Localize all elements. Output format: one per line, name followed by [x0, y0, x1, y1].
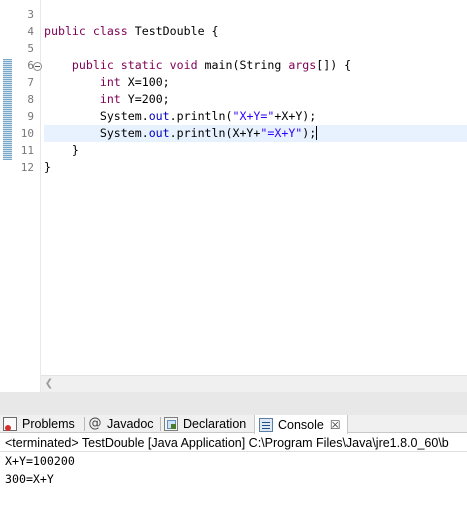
line-number: 4	[27, 25, 34, 38]
code-token: }	[44, 160, 51, 174]
tab-divider	[84, 417, 85, 431]
code-token: System.	[44, 109, 149, 123]
code-line[interactable]: System.out.println(X+Y+"=X+Y");	[44, 125, 467, 142]
line-number: 9	[27, 110, 34, 123]
line-number: 8	[27, 93, 34, 106]
code-token: );	[302, 126, 317, 140]
code-token: out	[148, 109, 170, 123]
code-token: +X+Y);	[274, 109, 317, 123]
bottom-panel: Problems @ Javadoc Declaration Console ☒…	[0, 392, 467, 515]
text-caret	[316, 126, 318, 140]
console-icon	[259, 417, 273, 432]
code-token: X=100;	[120, 75, 170, 89]
code-token: public class	[44, 24, 128, 38]
horizontal-scrollbar[interactable]: ❮	[41, 375, 467, 392]
line-number: 11	[20, 144, 34, 157]
code-line[interactable]: int Y=200;	[44, 91, 467, 108]
code-token: args	[288, 58, 317, 72]
line-number: 3	[27, 8, 34, 21]
tab-declaration[interactable]: Declaration	[164, 415, 246, 433]
view-tab-bar: Problems @ Javadoc Declaration Console ☒	[0, 415, 467, 434]
close-icon[interactable]: ☒	[330, 418, 341, 432]
code-line[interactable]: public class TestDouble {	[44, 23, 467, 40]
code-token: .println(	[169, 109, 233, 123]
code-token: "X+Y="	[232, 109, 275, 123]
code-line[interactable]	[44, 6, 467, 23]
line-number: 7	[27, 76, 34, 89]
quick-diff-bar	[3, 59, 12, 160]
panel-separator	[0, 392, 467, 415]
code-line[interactable]: }	[44, 159, 467, 176]
code-token: out	[148, 126, 170, 140]
code-token: Y=200;	[120, 92, 170, 106]
scroll-left-icon[interactable]: ❮	[43, 378, 55, 390]
line-number: 6	[27, 59, 34, 72]
code-token: System.	[44, 126, 149, 140]
tab-label: Declaration	[183, 417, 247, 431]
problems-icon	[3, 417, 17, 431]
console-output-line: 300=X+Y	[5, 472, 54, 486]
code-token: .println(X+Y+	[169, 126, 261, 140]
javadoc-icon: @	[88, 416, 102, 431]
tab-label: Javadoc	[107, 417, 154, 431]
code-token: main(String	[197, 58, 289, 72]
tab-problems[interactable]: Problems	[3, 415, 75, 433]
code-editor[interactable]: 3 4 5 6 7 8 9 10 11 12 public class TestDouble { …	[0, 0, 467, 392]
line-number: 5	[27, 42, 34, 55]
code-area[interactable]: public class TestDouble { public static …	[44, 0, 467, 392]
code-line[interactable]: int X=100;	[44, 74, 467, 91]
code-line[interactable]: System.out.println("X+Y="+X+Y);	[44, 108, 467, 125]
code-line[interactable]: }	[44, 142, 467, 159]
line-number: 10	[20, 127, 34, 140]
tab-label: Console	[278, 417, 324, 432]
code-token: int	[99, 75, 121, 89]
line-number: 12	[20, 161, 34, 174]
tab-javadoc[interactable]: @ Javadoc	[88, 415, 154, 433]
code-token: public static void	[71, 58, 198, 72]
code-token: []) {	[316, 58, 352, 72]
code-token: TestDouble {	[127, 24, 219, 38]
code-line[interactable]: public static void main(String args[]) {	[44, 57, 467, 74]
code-token: }	[44, 143, 79, 157]
tab-label: Problems	[22, 417, 75, 431]
fold-collapse-icon[interactable]	[33, 62, 42, 71]
declaration-icon	[164, 417, 178, 431]
code-token: int	[99, 92, 121, 106]
console-output-line: X+Y=100200	[5, 454, 75, 468]
tab-console[interactable]: Console ☒	[254, 415, 348, 434]
code-line[interactable]	[44, 40, 467, 57]
code-token: "=X+Y"	[260, 126, 303, 140]
console-status: <terminated> TestDouble [Java Applicatio…	[0, 434, 467, 452]
editor-gutter: 3 4 5 6 7 8 9 10 11 12	[0, 0, 42, 392]
tab-divider	[160, 417, 161, 431]
